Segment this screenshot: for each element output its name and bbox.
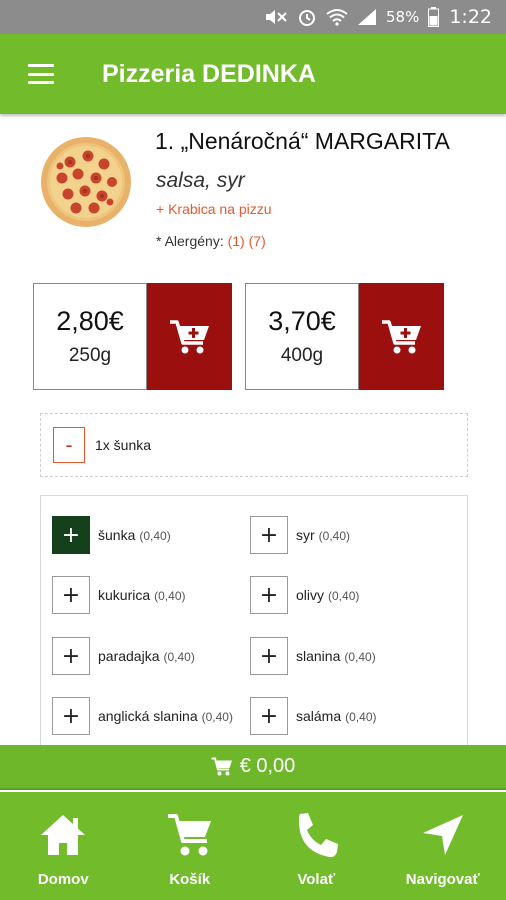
nav-label: Košík [169,871,211,888]
phone-icon [294,812,339,858]
add-extra-button[interactable]: + [52,576,90,614]
nav-label: Navigovať [405,871,480,888]
extra-item-salama[interactable]: + saláma (0,40) [250,697,377,735]
selected-extras: - 1x šunka [40,413,468,477]
app-title: Pizzeria DEDINKA [102,59,316,88]
add-extra-button[interactable]: + [52,516,90,554]
app-bar: Pizzeria DEDINKA [0,34,506,114]
price-box: 2,80€ 250g [33,283,147,390]
nav-label: Volať [297,871,336,888]
extra-item-kukurica[interactable]: + kukurica (0,40) [52,576,186,614]
extras-panel: + šunka (0,40) + syr (0,40) + kukurica (0,4… [40,495,468,745]
add-to-cart-button[interactable] [147,283,232,390]
price-box: 3,70€ 400g [245,283,359,390]
extra-label: saláma (0,40) [296,708,377,724]
alarm-icon [297,7,317,27]
cart-summary-bar[interactable]: € 0,00 [0,745,506,790]
extra-label: paradajka (0,40) [98,648,195,664]
extra-label: anglická slanina (0,40) [98,708,233,724]
add-extra-button[interactable]: + [250,637,288,675]
add-extra-button[interactable]: + [250,576,288,614]
bottom-nav: Domov Košík Volať Navigovať [0,792,506,900]
add-extra-button[interactable]: + [52,637,90,675]
size-option-small: 2,80€ 250g [33,283,232,391]
home-icon [39,812,87,858]
battery-percent: 58% [385,8,420,26]
extra-label: šunka (0,40) [98,527,171,543]
cart-plus-icon [169,319,209,353]
extra-item-syr[interactable]: + syr (0,40) [250,516,350,554]
allergens: * Alergény: (1) (7) [156,233,266,249]
extra-item-sunka[interactable]: + šunka (0,40) [52,516,171,554]
cart-icon [211,757,233,776]
extra-item-anglicka-slanina[interactable]: + anglická slanina (0,40) [52,697,233,735]
navigation-icon [421,812,465,858]
price: 2,80€ [56,306,124,336]
nav-item-cart[interactable]: Košík [127,792,254,900]
allergen-link[interactable]: (7) [249,233,266,249]
extra-label: olivy (0,40) [296,587,360,603]
product-title: 1. „Nenáročná“ MARGARITA [155,128,450,154]
nav-label: Domov [37,871,89,888]
status-bar: 58% 1:22 [0,0,506,34]
add-extra-button[interactable]: + [250,697,288,735]
clock: 1:22 [449,6,492,28]
extra-item-paradajka[interactable]: + paradajka (0,40) [52,637,195,675]
nav-item-home[interactable]: Domov [0,792,127,900]
price: 3,70€ [268,306,336,336]
weight: 250g [68,345,112,366]
cart-total: € 0,00 [239,755,296,777]
signal-icon [357,8,377,26]
extra-item-slanina[interactable]: + slanina (0,40) [250,637,376,675]
product-description: salsa, syr [156,169,245,192]
battery-icon [428,7,440,27]
remove-extra-button[interactable]: - [53,427,85,463]
wifi-icon [326,8,348,26]
pizza-image [40,136,132,228]
nav-item-call[interactable]: Volať [253,792,380,900]
size-option-large: 3,70€ 400g [245,283,444,391]
add-extra-button[interactable]: + [52,697,90,735]
cart-icon [167,812,213,858]
mute-icon [264,8,288,26]
extra-label: slanina (0,40) [296,648,376,664]
weight: 400g [280,345,324,366]
pizza-box-link[interactable]: + Krabica na pizzu [156,201,272,217]
allergens-label: * Alergény: [156,233,224,249]
nav-item-navigate[interactable]: Navigovať [380,792,506,900]
selected-extra-label: 1x šunka [95,437,152,453]
extra-item-olivy[interactable]: + olivy (0,40) [250,576,359,614]
add-extra-button[interactable]: + [250,516,288,554]
extra-label: kukurica (0,40) [98,587,186,603]
allergen-link[interactable]: (1) [228,233,245,249]
menu-icon[interactable] [28,64,54,84]
add-to-cart-button[interactable] [359,283,444,390]
cart-plus-icon [381,319,421,353]
extra-label: syr (0,40) [296,527,351,543]
